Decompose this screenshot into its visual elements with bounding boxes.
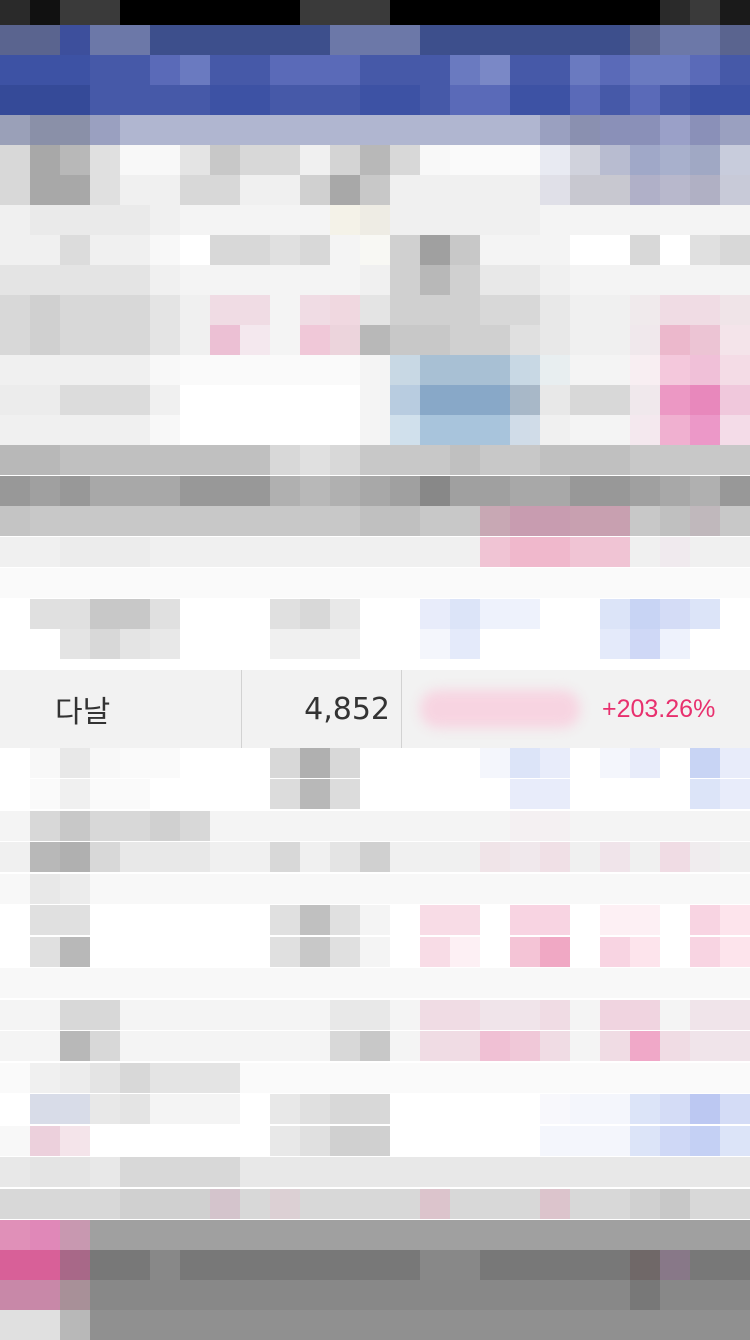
stock-change-rate: +203.26%: [602, 694, 716, 723]
blurred-list-top: [0, 145, 750, 445]
stock-row[interactable]: 다날 4,852 +203.26%: [0, 670, 750, 774]
stock-price: 4,852: [304, 691, 390, 727]
status-bar: [0, 0, 750, 25]
sub-header: [0, 115, 750, 145]
blurred-value: [420, 690, 580, 728]
app-header: [0, 25, 750, 115]
bottom-tab-bar: [0, 1220, 750, 1340]
blurred-list-middle: [0, 445, 750, 660]
stock-name: 다날: [55, 695, 111, 730]
blurred-list-bottom: [0, 748, 750, 1220]
